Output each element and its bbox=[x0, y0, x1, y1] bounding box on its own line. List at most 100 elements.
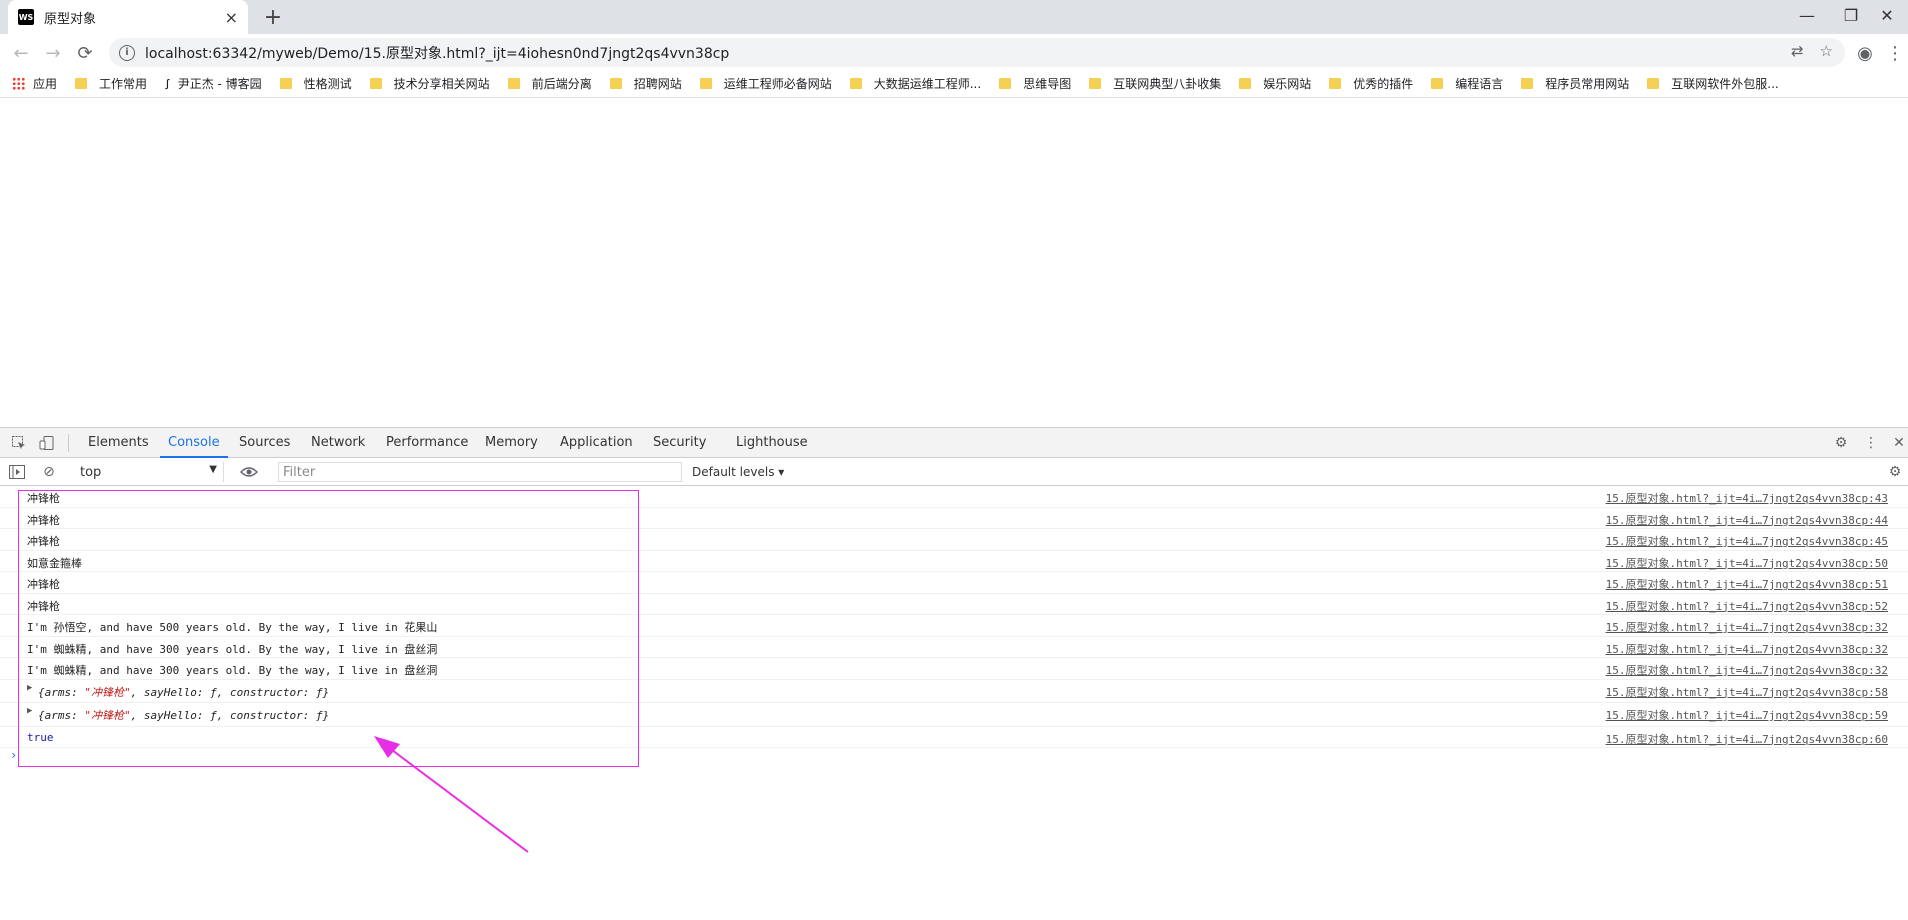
reload-button[interactable]: ⟳ bbox=[72, 40, 98, 66]
devtools-tab-lighthouse[interactable]: Lighthouse bbox=[736, 428, 808, 458]
console-row: 冲锋枪 15.原型对象.html?_ijt=4i…7jngt2qs4vvn38cp… bbox=[0, 594, 1908, 615]
console-source-link[interactable]: 15.原型对象.html?_ijt=4i…7jngt2qs4vvn38cp:50 bbox=[1606, 555, 1888, 571]
bookmark-item[interactable]: 互联网软件外包服... bbox=[1647, 75, 1779, 92]
console-source-link[interactable]: 15.原型对象.html?_ijt=4i…7jngt2qs4vvn38cp:32 bbox=[1606, 641, 1888, 657]
console-object-preview[interactable]: {arms: "冲锋枪", sayHello: ƒ, constructor: … bbox=[38, 707, 329, 723]
folder-icon bbox=[699, 78, 712, 89]
browser-menu-icon[interactable]: ⋮ bbox=[1882, 40, 1908, 66]
webstorm-favicon-icon: WS bbox=[18, 9, 34, 25]
folder-icon bbox=[609, 78, 622, 89]
devtools-tab-network[interactable]: Network bbox=[311, 428, 365, 458]
object-string-value: "冲锋枪" bbox=[84, 709, 131, 722]
object-preview-prefix: {arms: bbox=[38, 685, 85, 699]
bookmark-item[interactable]: 运维工程师必备网站 bbox=[699, 75, 832, 92]
console-filter-input[interactable] bbox=[278, 462, 682, 482]
devtools-tab-elements[interactable]: Elements bbox=[88, 428, 149, 458]
console-prompt-icon[interactable]: › bbox=[10, 748, 1908, 762]
bookmark-label: 尹正杰 - 博客园 bbox=[177, 77, 262, 91]
address-bar[interactable]: i localhost:63342/myweb/Demo/15.原型对象.htm… bbox=[109, 38, 1845, 67]
browser-tab[interactable]: WS 原型对象 × bbox=[8, 0, 248, 34]
bookmark-label: 工作常用 bbox=[99, 77, 148, 91]
bookmark-item[interactable]: 招聘网站 bbox=[609, 75, 682, 92]
devtools-tab-sources[interactable]: Sources bbox=[239, 428, 290, 458]
console-source-link[interactable]: 15.原型对象.html?_ijt=4i…7jngt2qs4vvn38cp:32 bbox=[1606, 619, 1888, 635]
console-row: 冲锋枪 15.原型对象.html?_ijt=4i…7jngt2qs4vvn38cp… bbox=[0, 486, 1908, 508]
bookmark-item[interactable]: 应用 bbox=[12, 75, 57, 92]
devtools-tab-memory[interactable]: Memory bbox=[485, 428, 538, 458]
console-message: 冲锋枪 bbox=[27, 535, 60, 548]
devtools-tab-security[interactable]: Security bbox=[653, 428, 706, 458]
console-message: 冲锋枪 bbox=[27, 513, 60, 527]
url-text[interactable]: localhost:63342/myweb/Demo/15.原型对象.html?… bbox=[145, 43, 729, 63]
devtools-settings-icon[interactable]: ⚙ bbox=[1832, 434, 1850, 452]
console-message: I'm 蜘蛛精, and have 300 years old. By the … bbox=[27, 664, 438, 677]
devtools-more-icon[interactable]: ⋮ bbox=[1862, 434, 1880, 452]
folder-icon bbox=[1521, 78, 1534, 89]
devtools-tab-console[interactable]: Console bbox=[160, 428, 228, 458]
bookmark-item[interactable]: 技术分享相关网站 bbox=[369, 75, 490, 92]
forward-button[interactable]: → bbox=[40, 40, 66, 66]
bookmark-item[interactable]: 性格测试 bbox=[279, 75, 352, 92]
window-close-button[interactable]: ✕ bbox=[1864, 0, 1908, 30]
folder-icon bbox=[279, 78, 292, 89]
devtools-tab-performance[interactable]: Performance bbox=[386, 428, 468, 458]
console-source-link[interactable]: 15.原型对象.html?_ijt=4i…7jngt2qs4vvn38cp:60 bbox=[1606, 731, 1888, 747]
console-row: 如意金箍棒 15.原型对象.html?_ijt=4i…7jngt2qs4vvn38… bbox=[0, 551, 1908, 572]
clear-console-icon[interactable]: ⊘ bbox=[40, 463, 58, 481]
bookmark-item[interactable]: 优秀的插件 bbox=[1329, 75, 1413, 92]
bookmark-item[interactable]: 互联网典型八卦收集 bbox=[1089, 75, 1221, 92]
console-source-link[interactable]: 15.原型对象.html?_ijt=4i…7jngt2qs4vvn38cp:51 bbox=[1606, 576, 1888, 592]
bookmark-item[interactable]: 思维导图 bbox=[999, 75, 1071, 92]
bookmark-label: 运维工程师必备网站 bbox=[723, 77, 832, 91]
bookmark-star-icon[interactable]: ☆ bbox=[1820, 42, 1833, 60]
console-message: 冲锋枪 bbox=[27, 492, 60, 505]
log-levels-dropdown[interactable]: Default levels ▾ bbox=[692, 462, 784, 482]
expand-triangle-icon[interactable]: ▶ bbox=[27, 683, 32, 693]
sidebar-toggle-icon[interactable] bbox=[8, 463, 26, 481]
bookmark-label: 互联网软件外包服... bbox=[1671, 77, 1779, 91]
console-source-link[interactable]: 15.原型对象.html?_ijt=4i…7jngt2qs4vvn38cp:45 bbox=[1606, 533, 1888, 549]
tab-close-icon[interactable]: × bbox=[225, 8, 238, 27]
console-row: I'm 蜘蛛精, and have 300 years old. By the … bbox=[0, 637, 1908, 658]
bookmark-item[interactable]: 前后端分离 bbox=[507, 75, 592, 92]
device-toggle-icon[interactable] bbox=[38, 434, 56, 452]
devtools-tab-application[interactable]: Application bbox=[560, 428, 633, 458]
console-source-link[interactable]: 15.原型对象.html?_ijt=4i…7jngt2qs4vvn38cp:43 bbox=[1606, 490, 1888, 506]
console-source-link[interactable]: 15.原型对象.html?_ijt=4i…7jngt2qs4vvn38cp:52 bbox=[1606, 598, 1888, 614]
console-source-link[interactable]: 15.原型对象.html?_ijt=4i…7jngt2qs4vvn38cp:44 bbox=[1606, 512, 1888, 528]
bookmark-item[interactable]: 程序员常用网站 bbox=[1521, 75, 1629, 92]
console-source-link[interactable]: 15.原型对象.html?_ijt=4i…7jngt2qs4vvn38cp:59 bbox=[1606, 707, 1888, 723]
blog-icon: ꭍ bbox=[165, 77, 170, 93]
console-boolean-value: true bbox=[27, 730, 54, 744]
page-content bbox=[0, 98, 1908, 427]
minimize-button[interactable]: — bbox=[1784, 0, 1830, 30]
expand-triangle-icon[interactable]: ▶ bbox=[27, 706, 32, 716]
back-button[interactable]: ← bbox=[8, 40, 34, 66]
translate-icon[interactable]: ⇄ bbox=[1791, 42, 1804, 60]
profile-avatar-icon[interactable]: ◉ bbox=[1852, 40, 1878, 66]
chevron-down-icon: ▼ bbox=[209, 464, 217, 475]
console-source-link[interactable]: 15.原型对象.html?_ijt=4i…7jngt2qs4vvn38cp:58 bbox=[1606, 684, 1888, 700]
devtools-separator bbox=[68, 434, 69, 452]
bookmark-label: 技术分享相关网站 bbox=[393, 77, 490, 91]
console-source-link[interactable]: 15.原型对象.html?_ijt=4i…7jngt2qs4vvn38cp:32 bbox=[1606, 662, 1888, 678]
console-row: I'm 孙悟空, and have 500 years old. By the … bbox=[0, 615, 1908, 637]
live-expression-eye-icon[interactable] bbox=[240, 463, 258, 481]
site-info-icon[interactable]: i bbox=[119, 44, 135, 61]
console-row: 冲锋枪 15.原型对象.html?_ijt=4i…7jngt2qs4vvn38cp… bbox=[0, 529, 1908, 551]
devtools-panel: Elements Console Sources Network Performance… bbox=[0, 427, 1908, 919]
new-tab-button[interactable]: + bbox=[258, 2, 288, 32]
console-object-preview[interactable]: {arms: "冲锋枪", sayHello: ƒ, constructor: … bbox=[38, 684, 329, 700]
bookmark-item[interactable]: 工作常用 bbox=[75, 75, 147, 92]
bookmark-item[interactable]: 编程语言 bbox=[1431, 75, 1503, 92]
inspect-icon[interactable] bbox=[10, 434, 28, 452]
console-settings-icon[interactable]: ⚙ bbox=[1886, 463, 1904, 481]
context-selector[interactable]: top ▼ bbox=[72, 462, 224, 482]
bookmark-item[interactable]: 娱乐网站 bbox=[1239, 75, 1311, 92]
console-message: 冲锋枪 bbox=[27, 578, 60, 591]
bookmark-item[interactable]: 大数据运维工程师... bbox=[849, 75, 981, 92]
bookmark-item[interactable]: ꭍ 尹正杰 - 博客园 bbox=[165, 75, 262, 93]
context-value: top bbox=[80, 464, 102, 480]
devtools-close-icon[interactable]: ✕ bbox=[1890, 434, 1908, 452]
object-preview-prefix: {arms: bbox=[38, 709, 85, 722]
